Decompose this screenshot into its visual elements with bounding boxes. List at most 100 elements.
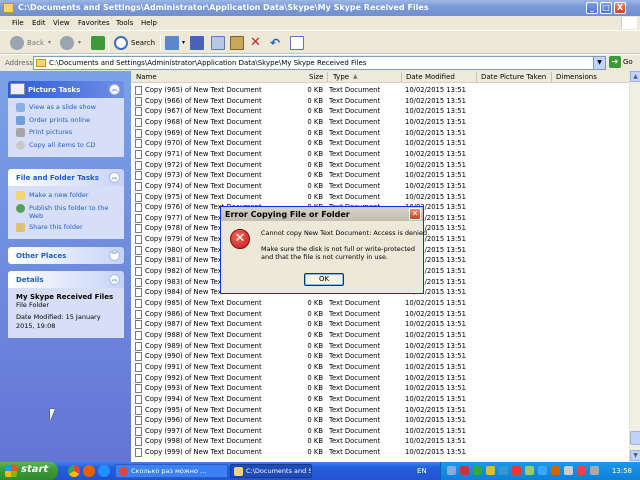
skype-icon[interactable] <box>538 466 547 475</box>
dialog-close-button[interactable]: ✕ <box>409 208 421 220</box>
task-print-pictures[interactable]: Print pictures <box>16 128 118 141</box>
volume-icon[interactable] <box>590 466 599 475</box>
column-dimensions[interactable]: Dimensions <box>556 73 597 81</box>
collapse-icon[interactable]: ︽ <box>109 84 120 95</box>
task-new-folder[interactable]: Make a new folder <box>16 191 118 204</box>
file-row[interactable]: Copy (991) of New Text Document 0 KB Text … <box>131 362 629 373</box>
file-row[interactable]: Copy (971) of New Text Document 0 KB Text … <box>131 149 629 160</box>
delete-button[interactable]: ✕ <box>250 34 261 51</box>
tray-app-icon[interactable] <box>564 466 573 475</box>
file-row[interactable]: Copy (969) of New Text Document 0 KB Text … <box>131 128 629 139</box>
file-row[interactable]: Copy (967) of New Text Document 0 KB Text … <box>131 106 629 117</box>
tray-app-icon[interactable] <box>512 466 521 475</box>
column-date-modified[interactable]: Date Modified <box>406 73 455 81</box>
details-header[interactable]: Details ︽ <box>8 271 124 288</box>
task-view-slideshow[interactable]: View as a slide show <box>16 103 118 116</box>
menu-help[interactable]: Help <box>141 19 157 27</box>
tray-app-icon[interactable] <box>486 466 495 475</box>
tray-app-icon[interactable] <box>525 466 534 475</box>
copy-button[interactable] <box>211 34 225 51</box>
minimize-button[interactable]: _ <box>586 2 598 14</box>
go-button[interactable]: ➜ Go <box>609 56 633 68</box>
task-copy-to-cd[interactable]: Copy all items to CD <box>16 140 118 154</box>
search-button[interactable]: Search <box>114 34 155 51</box>
file-row[interactable]: Copy (986) of New Text Document 0 KB Text … <box>131 309 629 320</box>
collapse-icon[interactable]: ︽ <box>109 172 120 183</box>
tray-app-icon[interactable] <box>551 466 560 475</box>
file-row[interactable]: Copy (968) of New Text Document 0 KB Text … <box>131 117 629 128</box>
picture-tasks-header[interactable]: Picture Tasks ︽ <box>8 81 124 98</box>
firefox-icon[interactable] <box>83 465 95 477</box>
menu-edit[interactable]: Edit <box>32 19 46 27</box>
task-order-prints[interactable]: Order prints online <box>16 115 118 129</box>
ie-icon[interactable] <box>98 465 110 477</box>
column-type[interactable]: Type <box>333 73 349 81</box>
tray-app-icon[interactable] <box>473 466 482 475</box>
file-row[interactable]: Copy (987) of New Text Document 0 KB Text … <box>131 319 629 330</box>
file-row[interactable]: Copy (988) of New Text Document 0 KB Text … <box>131 330 629 341</box>
language-indicator[interactable]: EN <box>417 467 427 475</box>
file-row[interactable]: Copy (993) of New Text Document 0 KB Text … <box>131 383 629 394</box>
file-row[interactable]: Copy (973) of New Text Document 0 KB Text … <box>131 170 629 181</box>
taskbar-item-explorer[interactable]: C:\Documents and Se... <box>230 464 312 478</box>
views-button[interactable]: ▾ <box>165 34 185 51</box>
scroll-up-button[interactable]: ▲ <box>630 71 640 82</box>
file-row[interactable]: Copy (989) of New Text Document 0 KB Text … <box>131 341 629 352</box>
menu-tools[interactable]: Tools <box>116 19 133 27</box>
file-row[interactable]: Copy (975) of New Text Document 0 KB Text … <box>131 192 629 203</box>
up-folder-button[interactable] <box>91 34 105 51</box>
file-type: Text Document <box>329 171 381 180</box>
file-row[interactable]: Copy (995) of New Text Document 0 KB Text … <box>131 405 629 416</box>
file-row[interactable]: Copy (974) of New Text Document 0 KB Text … <box>131 181 629 192</box>
file-row[interactable]: Copy (994) of New Text Document 0 KB Text … <box>131 394 629 405</box>
file-row[interactable]: Copy (992) of New Text Document 0 KB Text … <box>131 373 629 384</box>
chrome-icon[interactable] <box>68 465 80 477</box>
file-row[interactable]: Copy (966) of New Text Document 0 KB Text … <box>131 96 629 107</box>
file-row[interactable]: Copy (998) of New Text Document 0 KB Text … <box>131 436 629 447</box>
cut-button[interactable] <box>190 34 204 51</box>
taskbar-item-browser[interactable]: Сколько раз можно ... <box>115 464 228 478</box>
menu-view[interactable]: View <box>53 19 70 27</box>
tray-app-icon[interactable] <box>460 466 469 475</box>
column-name[interactable]: Name <box>136 73 157 81</box>
column-size[interactable]: Size <box>309 73 323 81</box>
tray-app-icon[interactable] <box>447 466 456 475</box>
column-divider[interactable] <box>551 72 552 82</box>
address-input[interactable]: C:\Documents and Settings\Administrator\… <box>33 56 606 70</box>
file-row[interactable]: Copy (990) of New Text Document 0 KB Text … <box>131 351 629 362</box>
maximize-button[interactable]: □ <box>600 2 612 14</box>
task-share-folder[interactable]: Share this folder <box>16 222 118 236</box>
tray-app-icon[interactable] <box>499 466 508 475</box>
collapse-icon[interactable]: ︽ <box>109 274 120 285</box>
file-folder-tasks-header[interactable]: File and Folder Tasks ︽ <box>8 169 124 186</box>
task-publish-web[interactable]: Publish this folder to the Web <box>16 203 118 223</box>
menu-file[interactable]: File <box>12 19 24 27</box>
forward-button[interactable]: ▾ <box>60 34 81 51</box>
address-dropdown-button[interactable]: ▼ <box>593 57 605 69</box>
column-divider[interactable] <box>401 72 402 82</box>
scroll-down-button[interactable]: ▼ <box>630 450 640 461</box>
tray-app-icon[interactable] <box>577 466 586 475</box>
scroll-thumb[interactable] <box>630 431 640 445</box>
other-places-header[interactable]: Other Places ︾ <box>8 247 124 264</box>
expand-icon[interactable]: ︾ <box>109 250 120 261</box>
menu-favorites[interactable]: Favorites <box>78 19 110 27</box>
back-button[interactable]: Back ▾ <box>10 34 51 51</box>
file-row[interactable]: Copy (999) of New Text Document 0 KB Text … <box>131 447 629 458</box>
file-row[interactable]: Copy (972) of New Text Document 0 KB Text … <box>131 160 629 171</box>
properties-button[interactable] <box>290 34 304 51</box>
column-date-picture-taken[interactable]: Date Picture Taken <box>481 73 546 81</box>
close-button[interactable]: X <box>614 2 626 14</box>
file-row[interactable]: Copy (997) of New Text Document 0 KB Text … <box>131 426 629 437</box>
paste-button[interactable] <box>230 34 244 51</box>
undo-button[interactable]: ↶ <box>270 34 280 51</box>
file-row[interactable]: Copy (996) of New Text Document 0 KB Text … <box>131 415 629 426</box>
vertical-scrollbar[interactable]: ▲ ▼ <box>629 71 640 462</box>
column-divider[interactable] <box>476 72 477 82</box>
file-row[interactable]: Copy (965) of New Text Document 0 KB Text … <box>131 85 629 96</box>
file-row[interactable]: Copy (985) of New Text Document 0 KB Text … <box>131 298 629 309</box>
column-divider[interactable] <box>327 72 328 82</box>
ok-button[interactable]: OK <box>304 273 344 286</box>
start-button[interactable]: start <box>0 462 58 480</box>
file-row[interactable]: Copy (970) of New Text Document 0 KB Text … <box>131 138 629 149</box>
